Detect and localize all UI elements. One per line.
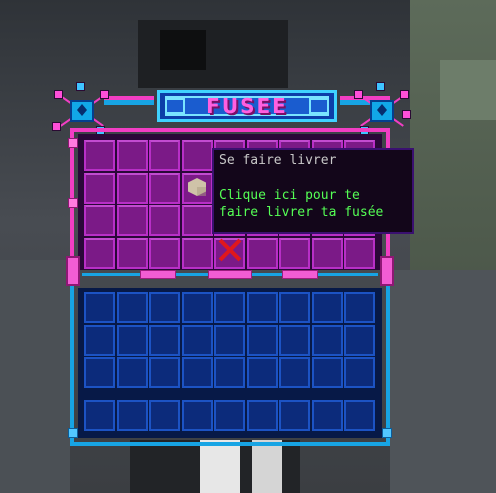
container-slot[interactable] — [84, 205, 115, 236]
side-bracket-right — [380, 256, 394, 286]
inventory-slot[interactable] — [279, 324, 310, 356]
hotbar-slot[interactable] — [279, 400, 310, 431]
background-player-face — [160, 30, 206, 70]
inventory-slot[interactable] — [311, 292, 343, 323]
inventory-slot[interactable] — [84, 324, 115, 356]
background-ground-left — [0, 260, 70, 493]
game-scene: FUSEE Se faire livrer Clique ici pour te… — [0, 0, 496, 493]
inventory-slot[interactable] — [246, 292, 278, 323]
container-slot[interactable] — [181, 205, 213, 236]
inventory-slot[interactable] — [116, 357, 148, 388]
item-tooltip: Se faire livrer Clique ici pour te faire… — [212, 148, 414, 234]
container-slot[interactable] — [149, 140, 180, 171]
panel-divider — [70, 270, 390, 280]
inventory-slot[interactable] — [279, 292, 310, 323]
player-inventory-panel — [78, 288, 382, 438]
tooltip-line: Clique ici pour te — [219, 188, 360, 203]
hotbar-slot[interactable] — [214, 400, 245, 431]
container-slot[interactable] — [149, 172, 180, 204]
hotbar-slot[interactable] — [311, 400, 343, 431]
hotbar-slot[interactable] — [116, 400, 148, 431]
container-slot[interactable] — [246, 237, 278, 269]
container-slot[interactable] — [84, 140, 115, 171]
inventory-slot[interactable] — [214, 324, 245, 356]
gui-title-plate: FUSEE — [157, 84, 337, 126]
inventory-slot[interactable] — [344, 292, 375, 323]
side-knob — [68, 138, 78, 148]
inventory-slot[interactable] — [116, 292, 148, 323]
side-knob — [68, 198, 78, 208]
container-slot[interactable] — [116, 140, 148, 171]
corner-knob — [382, 428, 392, 438]
sandstone-block-shade — [197, 187, 206, 196]
hotbar-slot[interactable] — [84, 400, 115, 431]
red-x-icon[interactable] — [218, 238, 242, 262]
inventory-slot[interactable] — [214, 357, 245, 388]
inventory-slot[interactable] — [84, 357, 115, 388]
inventory-slot[interactable] — [116, 324, 148, 356]
inventory-slot[interactable] — [279, 357, 310, 388]
tooltip-title: Se faire livrer — [219, 153, 337, 168]
side-bracket-left — [66, 256, 80, 286]
gui-title: FUSEE — [206, 94, 288, 118]
hotbar-slot[interactable] — [246, 400, 278, 431]
background-terrain-block — [440, 60, 496, 120]
background-player-leg — [252, 440, 282, 493]
container-slot[interactable] — [116, 205, 148, 236]
inventory-slot[interactable] — [149, 357, 180, 388]
container-slot[interactable] — [149, 205, 180, 236]
container-slot[interactable] — [181, 237, 213, 269]
tooltip-line: faire livrer ta fusée — [219, 205, 384, 220]
inventory-slot[interactable] — [311, 324, 343, 356]
inventory-slot[interactable] — [311, 357, 343, 388]
container-slot[interactable] — [84, 172, 115, 204]
inventory-slot[interactable] — [181, 324, 213, 356]
inventory-slot[interactable] — [214, 292, 245, 323]
inventory-slot[interactable] — [181, 357, 213, 388]
background-ground-right — [390, 270, 496, 493]
inventory-slot[interactable] — [344, 324, 375, 356]
hotbar-slot[interactable] — [181, 400, 213, 431]
corner-knob — [68, 428, 78, 438]
inventory-slot[interactable] — [181, 292, 213, 323]
container-slot[interactable] — [279, 237, 310, 269]
inventory-slot[interactable] — [149, 292, 180, 323]
container-slot[interactable] — [344, 237, 375, 269]
container-slot[interactable] — [116, 172, 148, 204]
container-slot[interactable] — [311, 237, 343, 269]
inventory-slot[interactable] — [149, 324, 180, 356]
inventory-slot[interactable] — [246, 357, 278, 388]
container-slot[interactable] — [181, 140, 213, 171]
background-player-leg — [200, 440, 240, 493]
tooltip-body: Clique ici pour te faire livrer ta fusée — [219, 187, 407, 221]
inventory-slot[interactable] — [84, 292, 115, 323]
inventory-slot[interactable] — [344, 357, 375, 388]
hotbar-slot[interactable] — [344, 400, 375, 431]
container-slot[interactable] — [84, 237, 115, 269]
hotbar-slot[interactable] — [149, 400, 180, 431]
inventory-slot[interactable] — [246, 324, 278, 356]
container-slot[interactable] — [116, 237, 148, 269]
container-slot[interactable] — [149, 237, 180, 269]
